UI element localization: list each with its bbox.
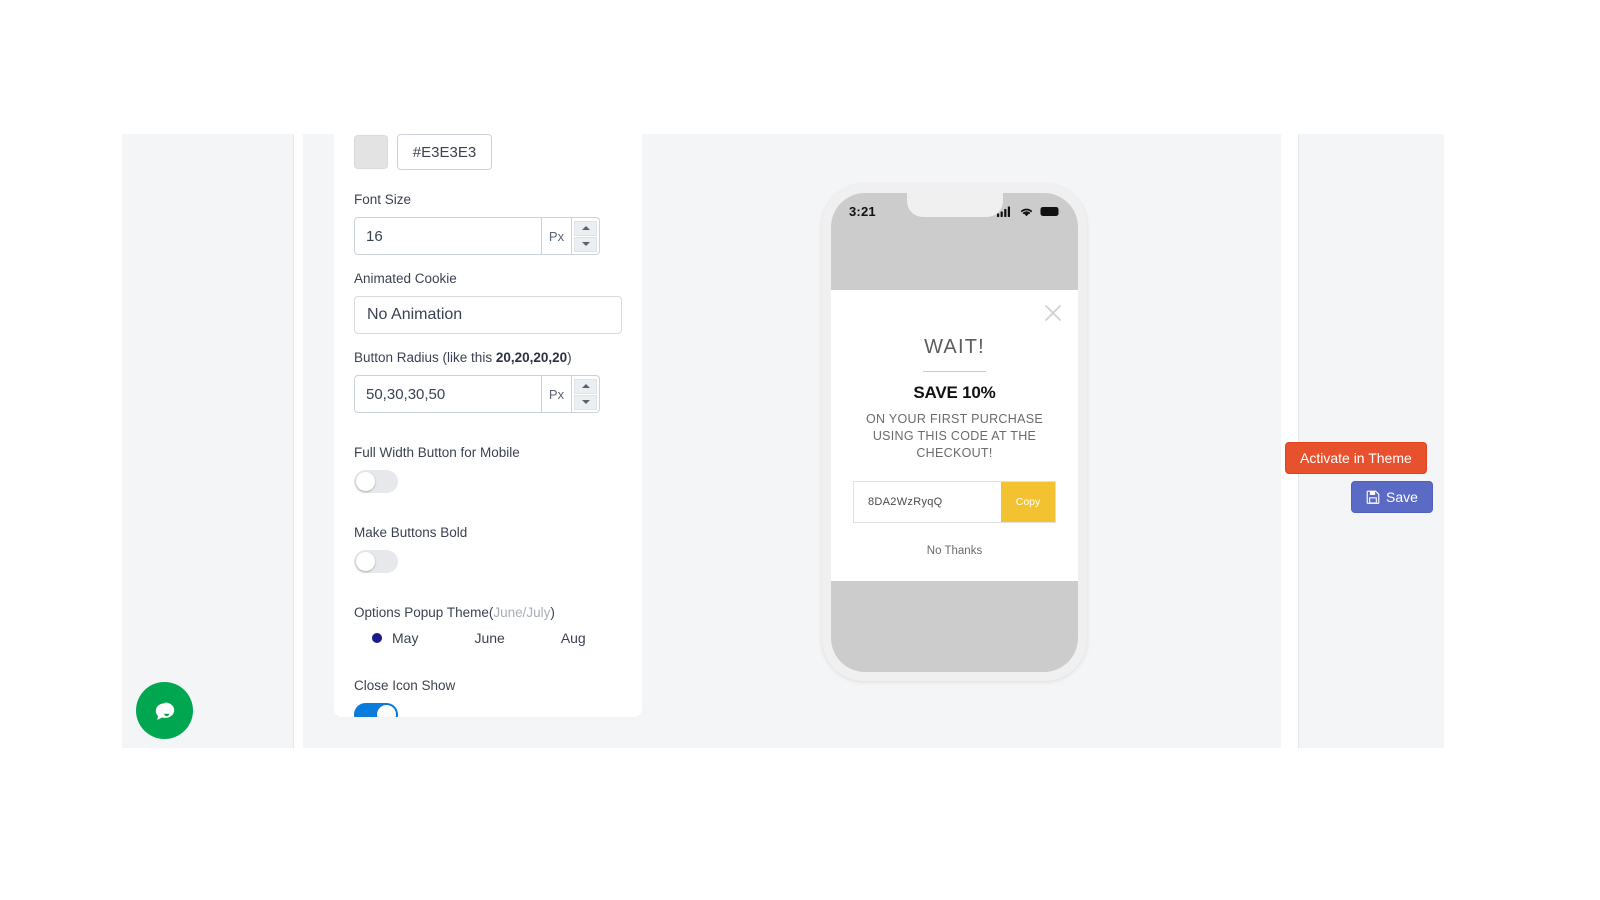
status-time: 3:21 — [849, 203, 876, 219]
full-width-button-field: Full Width Button for Mobile — [354, 443, 622, 493]
radio-dot — [454, 633, 464, 643]
phone-notch — [906, 193, 1003, 217]
close-icon-show-label: Close Icon Show — [354, 678, 456, 693]
options-popup-theme-label: Options Popup Theme(June/July) — [354, 603, 622, 623]
radio-dot-selected — [372, 633, 382, 643]
radio-label: May — [392, 630, 419, 646]
settings-panel: #E3E3E3 Font Size 16 Px Animated Cookie … — [334, 118, 642, 717]
popup-divider — [923, 371, 986, 372]
floppy-disk-icon — [1366, 490, 1380, 504]
right-action-column — [1298, 134, 1444, 748]
toggle-knob — [356, 472, 375, 491]
button-radius-label: Button Radius (like this 20,20,20,20) — [354, 348, 622, 368]
left-sidebar-column — [122, 134, 294, 748]
coupon-code-input[interactable]: 8DA2WzRyqQ — [854, 482, 1001, 522]
chat-widget-button[interactable] — [136, 682, 193, 739]
font-size-label: Font Size — [354, 192, 412, 207]
phone-screen: 3:21 WAIT! SAVE 10% ON YOUR FIRST PURCHA… — [831, 193, 1078, 672]
toggle-knob — [377, 705, 396, 717]
font-size-decrement[interactable] — [574, 236, 597, 252]
font-size-field: Font Size 16 Px — [354, 190, 622, 255]
animated-cookie-label: Animated Cookie — [354, 271, 457, 286]
full-width-button-toggle[interactable] — [354, 470, 398, 493]
options-popup-theme-field: Options Popup Theme(June/July) May June … — [354, 603, 622, 646]
radio-label: June — [474, 630, 505, 646]
color-picker-row: #E3E3E3 — [354, 134, 622, 170]
button-radius-unit: Px — [542, 375, 572, 413]
button-radius-input[interactable]: 50,30,30,50 — [354, 375, 542, 413]
status-icons — [997, 206, 1062, 217]
toggle-knob — [356, 552, 375, 571]
radio-option-june[interactable]: June — [454, 630, 504, 646]
radio-option-aug[interactable]: Aug — [541, 630, 586, 646]
radio-option-may[interactable]: May — [372, 630, 418, 646]
phone-preview-frame: 3:21 WAIT! SAVE 10% ON YOUR FIRST PURCHA… — [822, 184, 1087, 681]
animated-cookie-field: Animated Cookie No Animation — [354, 269, 622, 334]
make-buttons-bold-field: Make Buttons Bold — [354, 523, 622, 573]
button-radius-label-prefix: Button Radius (like this — [354, 350, 496, 365]
options-popup-theme-radios: May June Aug — [354, 630, 622, 646]
wifi-icon — [1020, 208, 1033, 216]
full-width-button-label: Full Width Button for Mobile — [354, 445, 520, 460]
app-root: #E3E3E3 Font Size 16 Px Animated Cookie … — [0, 0, 1600, 900]
chat-bubble-icon — [155, 702, 174, 720]
options-popup-theme-label-end: ) — [550, 605, 555, 620]
close-icon[interactable] — [1044, 304, 1062, 322]
button-radius-stepper[interactable] — [572, 375, 600, 413]
make-buttons-bold-label: Make Buttons Bold — [354, 525, 468, 540]
options-popup-theme-label-months: June/July — [493, 605, 551, 620]
battery-icon — [1040, 206, 1061, 216]
popup-heading: WAIT! — [924, 336, 985, 358]
save-button-label: Save — [1386, 489, 1418, 505]
options-popup-theme-label-main: Options Popup Theme( — [354, 605, 494, 620]
animated-cookie-select[interactable]: No Animation — [354, 296, 622, 334]
popup-subtext: ON YOUR FIRST PURCHASE USING THIS CODE A… — [866, 412, 1043, 460]
color-swatch[interactable] — [354, 135, 388, 169]
popup-decline-link[interactable]: No Thanks — [853, 545, 1056, 557]
activate-in-theme-button[interactable]: Activate in Theme — [1285, 442, 1427, 474]
font-size-stepper[interactable] — [572, 217, 600, 255]
popup-offer-line: SAVE 10% — [913, 383, 996, 402]
coupon-row: 8DA2WzRyqQ Copy — [853, 481, 1056, 523]
make-buttons-bold-toggle[interactable] — [354, 550, 398, 573]
radio-dot — [541, 633, 551, 643]
button-radius-increment[interactable] — [574, 378, 597, 394]
font-size-input[interactable]: 16 — [354, 217, 542, 255]
font-size-unit: Px — [542, 217, 572, 255]
close-icon-show-toggle[interactable] — [354, 703, 398, 717]
button-radius-label-suffix: ) — [567, 350, 572, 365]
button-radius-label-example: 20,20,20,20 — [495, 350, 568, 365]
font-size-increment[interactable] — [574, 220, 597, 236]
exit-intent-popup: WAIT! SAVE 10% ON YOUR FIRST PURCHASE US… — [831, 290, 1078, 581]
button-radius-decrement[interactable] — [574, 394, 597, 410]
button-radius-input-group: 50,30,30,50 Px — [354, 375, 600, 413]
font-size-input-group: 16 Px — [354, 217, 600, 255]
button-radius-field: Button Radius (like this 20,20,20,20) 50… — [354, 348, 622, 413]
close-icon-show-field: Close Icon Show — [354, 676, 622, 717]
radio-label: Aug — [560, 630, 586, 646]
coupon-copy-button[interactable]: Copy — [1001, 482, 1055, 522]
color-hex-input[interactable]: #E3E3E3 — [397, 134, 492, 170]
save-button[interactable]: Save — [1351, 481, 1433, 513]
